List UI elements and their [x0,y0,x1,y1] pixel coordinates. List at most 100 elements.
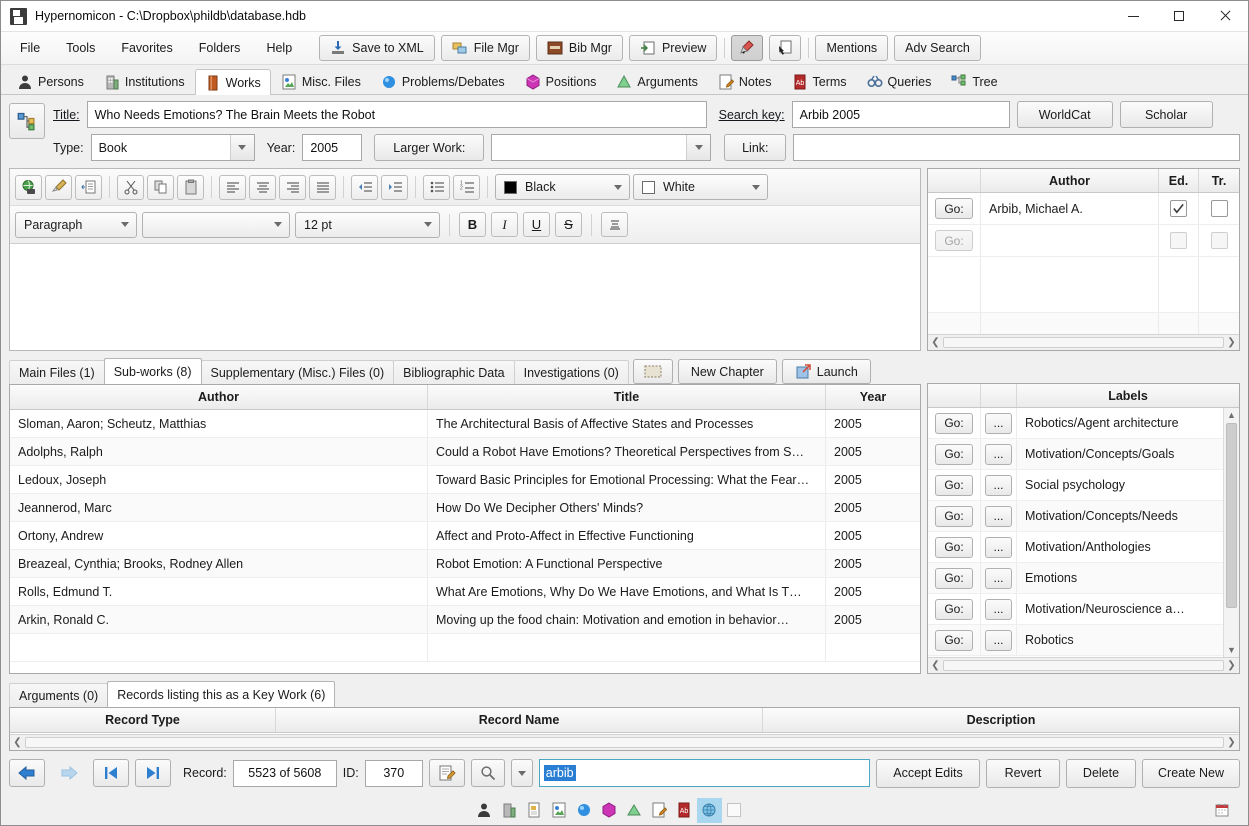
tab-arguments-count[interactable]: Arguments (0) [9,683,109,707]
label-go-button[interactable]: Go: [935,474,973,496]
bold-button[interactable]: B [459,212,486,237]
list-item[interactable]: Go:... Emotions [928,563,1223,594]
label-edit-button[interactable]: ... [985,598,1012,620]
preview-button[interactable]: Preview [628,35,718,61]
menu-folders[interactable]: Folders [186,37,254,59]
label-go-button[interactable]: Go: [935,536,973,558]
numbered-list-button[interactable]: 1 2 [453,174,480,200]
adv-search-button[interactable]: Adv Search [894,35,981,61]
clear-format-button[interactable] [45,174,72,200]
key-works-hscrollbar[interactable]: ❮ ❯ [10,734,1239,750]
filter-problems-button[interactable] [572,798,597,823]
list-item[interactable]: Go:... Robotics/Agent architecture [928,408,1223,439]
editor-text-area[interactable] [10,244,920,350]
menu-favorites[interactable]: Favorites [108,37,185,59]
filter-works-button[interactable] [522,798,547,823]
list-item[interactable]: Go:... Motivation/Concepts/Goals [928,439,1223,470]
scroll-right-icon[interactable]: ❯ [1224,737,1239,748]
label-edit-button[interactable]: ... [985,505,1012,527]
label-edit-button[interactable]: ... [985,474,1012,496]
table-row[interactable]: Adolphs, Ralph Could a Robot Have Emotion… [10,438,920,466]
font-size-select[interactable]: 12 pt [295,211,440,238]
scroll-left-icon[interactable]: ❮ [10,737,25,748]
paragraph-style-select[interactable]: Paragraph [15,211,137,238]
search-type-dropdown[interactable] [510,759,533,787]
bullet-list-button[interactable] [423,174,450,200]
hand-pointer-tool-button[interactable] [769,35,802,61]
larger-work-select[interactable] [491,134,712,161]
file-mgr-button[interactable]: File Mgr [440,35,530,61]
scroll-right-icon[interactable]: ❯ [1224,337,1239,348]
align-center-button[interactable] [249,174,276,200]
align-right-button[interactable] [279,174,306,200]
label-go-button[interactable]: Go: [935,567,973,589]
copy-button[interactable] [147,174,174,200]
scroll-down-icon[interactable]: ▼ [1227,643,1236,657]
minimize-button[interactable] [1110,1,1156,32]
menu-help[interactable]: Help [253,37,305,59]
chevron-down-icon[interactable] [745,184,767,190]
chevron-down-icon[interactable] [114,222,136,227]
highlighter-tool-button[interactable] [731,35,764,61]
bib-mgr-button[interactable]: Bib Mgr [535,35,623,61]
clear-style-button[interactable] [601,212,628,237]
align-justify-button[interactable] [309,174,336,200]
worldcat-button[interactable]: WorldCat [1016,101,1113,128]
tab-notes[interactable]: Notes [708,69,782,94]
label-go-button[interactable]: Go: [935,412,973,434]
filter-misc-files-button[interactable] [547,798,572,823]
revert-button[interactable]: Revert [986,758,1060,788]
tab-misc-files[interactable]: Misc. Files [271,69,371,94]
filter-positions-button[interactable] [597,798,622,823]
table-row[interactable]: Ortony, Andrew Affect and Proto-Affect in… [10,522,920,550]
filter-institutions-button[interactable] [497,798,522,823]
back-button[interactable] [9,759,45,787]
table-row[interactable]: Go: [928,225,1239,257]
filter-persons-button[interactable] [472,798,497,823]
new-record-button[interactable] [428,759,465,787]
link-input[interactable] [793,134,1240,161]
search-type-button[interactable] [470,759,505,787]
scroll-thumb[interactable] [943,337,1224,348]
editor-checkbox[interactable] [1170,200,1187,217]
labels-vscrollbar[interactable]: ▲ ▼ [1223,408,1239,657]
label-go-button[interactable]: Go: [935,598,973,620]
tab-main-files[interactable]: Main Files (1) [9,360,105,384]
search-input[interactable]: arbib [538,759,870,787]
italic-button[interactable]: I [491,212,518,237]
label-edit-button[interactable]: ... [985,629,1012,651]
authors-hscrollbar[interactable]: ❮ ❯ [928,334,1239,350]
scholar-button[interactable]: Scholar [1119,101,1213,128]
scroll-up-icon[interactable]: ▲ [1227,408,1236,422]
translator-checkbox[interactable] [1210,200,1228,217]
filter-notes-button[interactable] [647,798,672,823]
accept-edits-button[interactable]: Accept Edits [876,758,980,788]
menu-file[interactable]: File [7,37,53,59]
table-row[interactable]: Rolls, Edmund T. What Are Emotions, Why D… [10,578,920,606]
scroll-thumb[interactable] [1226,423,1237,608]
label-edit-button[interactable]: ... [985,443,1012,465]
close-button[interactable] [1202,1,1248,32]
delete-button[interactable]: Delete [1066,758,1136,788]
chevron-down-icon[interactable] [267,222,289,227]
type-select[interactable]: Book [90,134,255,161]
tab-works[interactable]: Works [194,69,271,95]
tab-arguments[interactable]: Arguments [606,69,707,94]
record-position-input[interactable]: 5523 of 5608 [232,759,337,787]
label-go-button[interactable]: Go: [935,443,973,465]
tab-positions[interactable]: Positions [515,69,607,94]
label-go-button[interactable]: Go: [935,505,973,527]
filter-terms-button[interactable]: Ab [672,798,697,823]
filter-all-button[interactable] [696,797,722,823]
table-row[interactable]: Go: Arbib, Michael A. [928,193,1239,225]
title-label[interactable]: Title: [53,108,80,122]
align-left-button[interactable] [219,174,246,200]
filter-arguments-button[interactable] [622,798,647,823]
list-item[interactable]: Go:... Motivation/Neuroscience a… [928,594,1223,625]
first-record-button[interactable] [93,759,129,787]
list-item[interactable]: Go:... Motivation/Anthologies [928,532,1223,563]
table-row[interactable]: Jeannerod, Marc How Do We Decipher Others… [10,494,920,522]
scroll-left-icon[interactable]: ❮ [928,337,943,348]
table-row[interactable]: Breazeal, Cynthia; Brooks, Rodney Allen R… [10,550,920,578]
tab-terms[interactable]: Ab Terms [782,69,857,94]
